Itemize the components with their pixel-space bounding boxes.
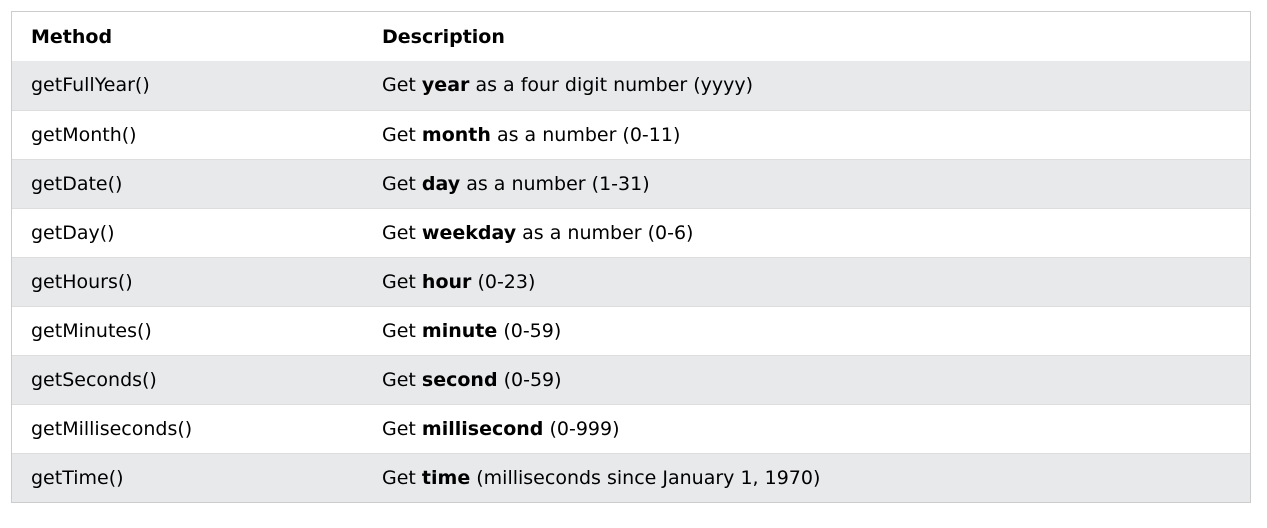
table-row: getMonth() Get month as a number (0-11) [12,110,1250,159]
description-cell: Get millisecond (0-999) [363,404,1250,453]
table-row: getDay() Get weekday as a number (0-6) [12,208,1250,257]
description-prefix: Get [382,172,416,195]
description-cell: Get weekday as a number (0-6) [363,208,1250,257]
description-cell: Get minute (0-59) [363,306,1250,355]
description-cell: Get month as a number (0-11) [363,110,1250,159]
method-cell: getMinutes() [31,319,152,342]
description-prefix: Get [382,368,416,391]
method-column-header: Method [31,25,113,48]
table-row: getMinutes() Get minute (0-59) [12,306,1250,355]
description-keyword: millisecond [421,417,544,440]
description-keyword: year [421,74,470,97]
description-prefix: Get [382,123,416,146]
table-row: getHours() Get hour (0-23) [12,257,1250,306]
table-header-row: Method Description [12,12,1250,61]
method-cell: getMilliseconds() [31,417,193,440]
method-cell: getHours() [31,270,133,293]
description-prefix: Get [382,319,416,342]
date-methods-table: Method Description getFullYear() Get yea… [12,12,1250,502]
description-suffix: (0-59) [503,319,562,342]
description-cell: Get year as a four digit number (yyyy) [363,61,1250,110]
method-cell: getDate() [31,172,123,195]
description-suffix: (0-23) [477,270,536,293]
description-prefix: Get [382,74,416,97]
description-suffix: as a number (0-11) [496,123,681,146]
description-keyword: time [421,466,471,489]
description-cell: Get time (milliseconds since January 1, … [363,453,1250,502]
description-keyword: hour [421,270,472,293]
description-prefix: Get [382,417,416,440]
description-suffix: as a number (1-31) [466,172,650,195]
description-prefix: Get [382,221,416,244]
date-methods-table-container: Method Description getFullYear() Get yea… [11,11,1251,503]
table-row: getTime() Get time (milliseconds since J… [12,453,1250,502]
description-suffix: as a number (0-6) [522,221,694,244]
table-row: getDate() Get day as a number (1-31) [12,159,1250,208]
description-column-header: Description [382,25,505,48]
table-row: getMilliseconds() Get millisecond (0-999… [12,404,1250,453]
description-keyword: second [421,368,498,391]
description-keyword: weekday [421,221,517,244]
description-cell: Get day as a number (1-31) [363,159,1250,208]
description-suffix: (milliseconds since January 1, 1970) [476,466,821,489]
description-suffix: as a four digit number (yyyy) [475,74,754,97]
table-row: getFullYear() Get year as a four digit n… [12,61,1250,110]
description-prefix: Get [382,466,416,489]
description-prefix: Get [382,270,416,293]
method-cell: getTime() [31,466,124,489]
method-cell: getMonth() [31,123,137,146]
description-suffix: (0-59) [503,368,562,391]
description-cell: Get second (0-59) [363,355,1250,404]
description-keyword: minute [421,319,498,342]
description-keyword: day [421,172,461,195]
method-cell: getSeconds() [31,368,157,391]
description-cell: Get hour (0-23) [363,257,1250,306]
method-cell: getDay() [31,221,115,244]
method-cell: getFullYear() [31,74,150,97]
description-suffix: (0-999) [549,417,620,440]
table-row: getSeconds() Get second (0-59) [12,355,1250,404]
description-keyword: month [421,123,491,146]
